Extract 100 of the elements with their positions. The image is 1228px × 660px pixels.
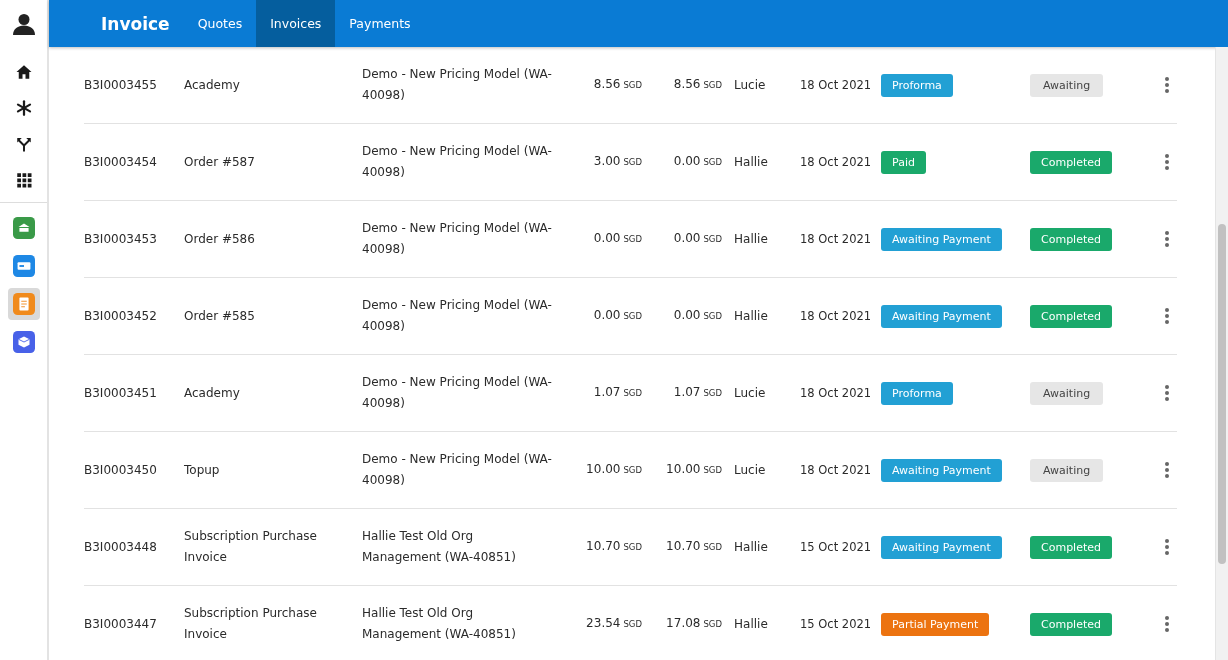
paid-value: 10.70 [666, 538, 701, 555]
invoice-name: Subscription Purchase Invoice [184, 528, 318, 566]
currency-code: SGD [623, 310, 642, 323]
invoice-description: Demo - New Pricing Model (WA-40098) [362, 220, 553, 258]
status-badge: Completed [1030, 612, 1112, 636]
currency-code: SGD [703, 233, 722, 246]
payment-status-badge: Awaiting Payment [881, 227, 1002, 251]
invoice-date: 18 Oct 2021 [800, 153, 873, 171]
invoice-description: Hallie Test Old Org Management (WA-40851) [362, 605, 517, 643]
more-menu-icon[interactable] [1165, 385, 1169, 401]
nav-tab[interactable]: Payments [335, 0, 425, 47]
owner-name: Hallie [733, 307, 769, 325]
invoice-number: B3I0003450 [84, 461, 158, 479]
owner-name: Hallie [733, 230, 769, 248]
currency-code: SGD [703, 464, 722, 477]
invoice-number: B3I0003451 [84, 384, 158, 402]
amount-value: 8.56 [593, 76, 621, 93]
invoice-description: Demo - New Pricing Model (WA-40098) [362, 143, 553, 181]
invoice-description: Demo - New Pricing Model (WA-40098) [362, 66, 553, 104]
currency-code: SGD [623, 541, 642, 554]
payment-status-badge: Awaiting Payment [881, 458, 1002, 482]
status-badge: Completed [1030, 535, 1112, 559]
fork-arrows-icon [14, 135, 33, 153]
invoice-description: Demo - New Pricing Model (WA-40098) [362, 297, 553, 335]
owner-name: Hallie [733, 538, 769, 556]
document-app-icon [12, 293, 35, 315]
scrollbar-thumb[interactable] [1218, 224, 1226, 564]
payment-status-badge: Proforma [881, 381, 953, 405]
more-menu-icon[interactable] [1165, 462, 1169, 478]
building-app-icon [12, 217, 35, 239]
box-app-icon [12, 331, 35, 353]
more-menu-icon[interactable] [1165, 154, 1169, 170]
status-badge: Awaiting [1030, 73, 1104, 97]
amount-value: 10.70 [586, 538, 621, 555]
amount-value: 0.00 [593, 230, 621, 247]
invoice-number: B3I0003448 [84, 538, 158, 556]
invoice-name: Academy [184, 76, 241, 94]
owner-name: Lucie [733, 76, 767, 94]
invoice-date: 18 Oct 2021 [800, 461, 873, 479]
paid-value: 17.08 [666, 615, 701, 632]
currency-code: SGD [623, 464, 642, 477]
paid-value: 1.07 [673, 384, 701, 401]
invoice-number: B3I0003447 [84, 615, 158, 633]
more-menu-icon[interactable] [1165, 616, 1169, 632]
invoice-date: 18 Oct 2021 [800, 230, 873, 248]
more-menu-icon[interactable] [1165, 308, 1169, 324]
invoice-date: 15 Oct 2021 [800, 615, 873, 633]
more-menu-icon[interactable] [1165, 231, 1169, 247]
status-badge: Awaiting [1030, 458, 1104, 482]
user-avatar-icon[interactable] [11, 11, 36, 36]
paid-value: 0.00 [673, 153, 701, 170]
owner-name: Hallie [733, 615, 769, 633]
card-app-icon [12, 255, 35, 277]
invoice-date: 18 Oct 2021 [800, 307, 873, 325]
more-menu-icon[interactable] [1165, 77, 1169, 93]
currency-code: SGD [703, 387, 722, 400]
payment-status-badge: Awaiting Payment [881, 304, 1002, 328]
nav-tab[interactable]: Invoices [256, 0, 336, 47]
status-badge: Completed [1030, 150, 1112, 174]
home-icon [14, 63, 33, 81]
amount-value: 23.54 [586, 615, 621, 632]
nav-tab[interactable]: Quotes [183, 0, 257, 47]
currency-code: SGD [623, 618, 642, 631]
payment-status-badge: Partial Payment [881, 612, 990, 636]
invoice-name: Academy [184, 384, 241, 402]
currency-code: SGD [703, 310, 722, 323]
amount-value: 3.00 [593, 153, 621, 170]
invoice-number: B3I0003453 [84, 230, 158, 248]
owner-name: Hallie [733, 153, 769, 171]
paid-value: 0.00 [673, 230, 701, 247]
owner-name: Lucie [733, 384, 767, 402]
currency-code: SGD [703, 541, 722, 554]
currency-code: SGD [703, 156, 722, 169]
payment-status-badge: Awaiting Payment [881, 535, 1002, 559]
owner-name: Lucie [733, 461, 767, 479]
status-badge: Completed [1030, 227, 1112, 251]
currency-code: SGD [623, 387, 642, 400]
invoice-number: B3I0003454 [84, 153, 158, 171]
status-badge: Awaiting [1030, 381, 1104, 405]
payment-status-badge: Proforma [881, 73, 953, 97]
more-menu-icon[interactable] [1165, 539, 1169, 555]
invoice-description: Hallie Test Old Org Management (WA-40851) [362, 528, 517, 566]
invoice-name: Order #585 [184, 307, 256, 325]
paid-value: 10.00 [666, 461, 701, 478]
currency-code: SGD [623, 233, 642, 246]
invoice-date: 18 Oct 2021 [800, 384, 873, 402]
amount-value: 1.07 [593, 384, 621, 401]
amount-value: 0.00 [593, 307, 621, 324]
invoice-name: Order #586 [184, 230, 256, 248]
currency-code: SGD [623, 156, 642, 169]
currency-code: SGD [703, 79, 722, 92]
invoice-number: B3I0003455 [84, 76, 158, 94]
status-badge: Completed [1030, 304, 1112, 328]
invoice-description: Demo - New Pricing Model (WA-40098) [362, 374, 553, 412]
amount-value: 10.00 [586, 461, 621, 478]
paid-value: 0.00 [673, 307, 701, 324]
paid-value: 8.56 [673, 76, 701, 93]
scrollbar[interactable] [1215, 47, 1228, 660]
app-title: Invoice [101, 13, 170, 34]
invoice-description: Demo - New Pricing Model (WA-40098) [362, 451, 553, 489]
